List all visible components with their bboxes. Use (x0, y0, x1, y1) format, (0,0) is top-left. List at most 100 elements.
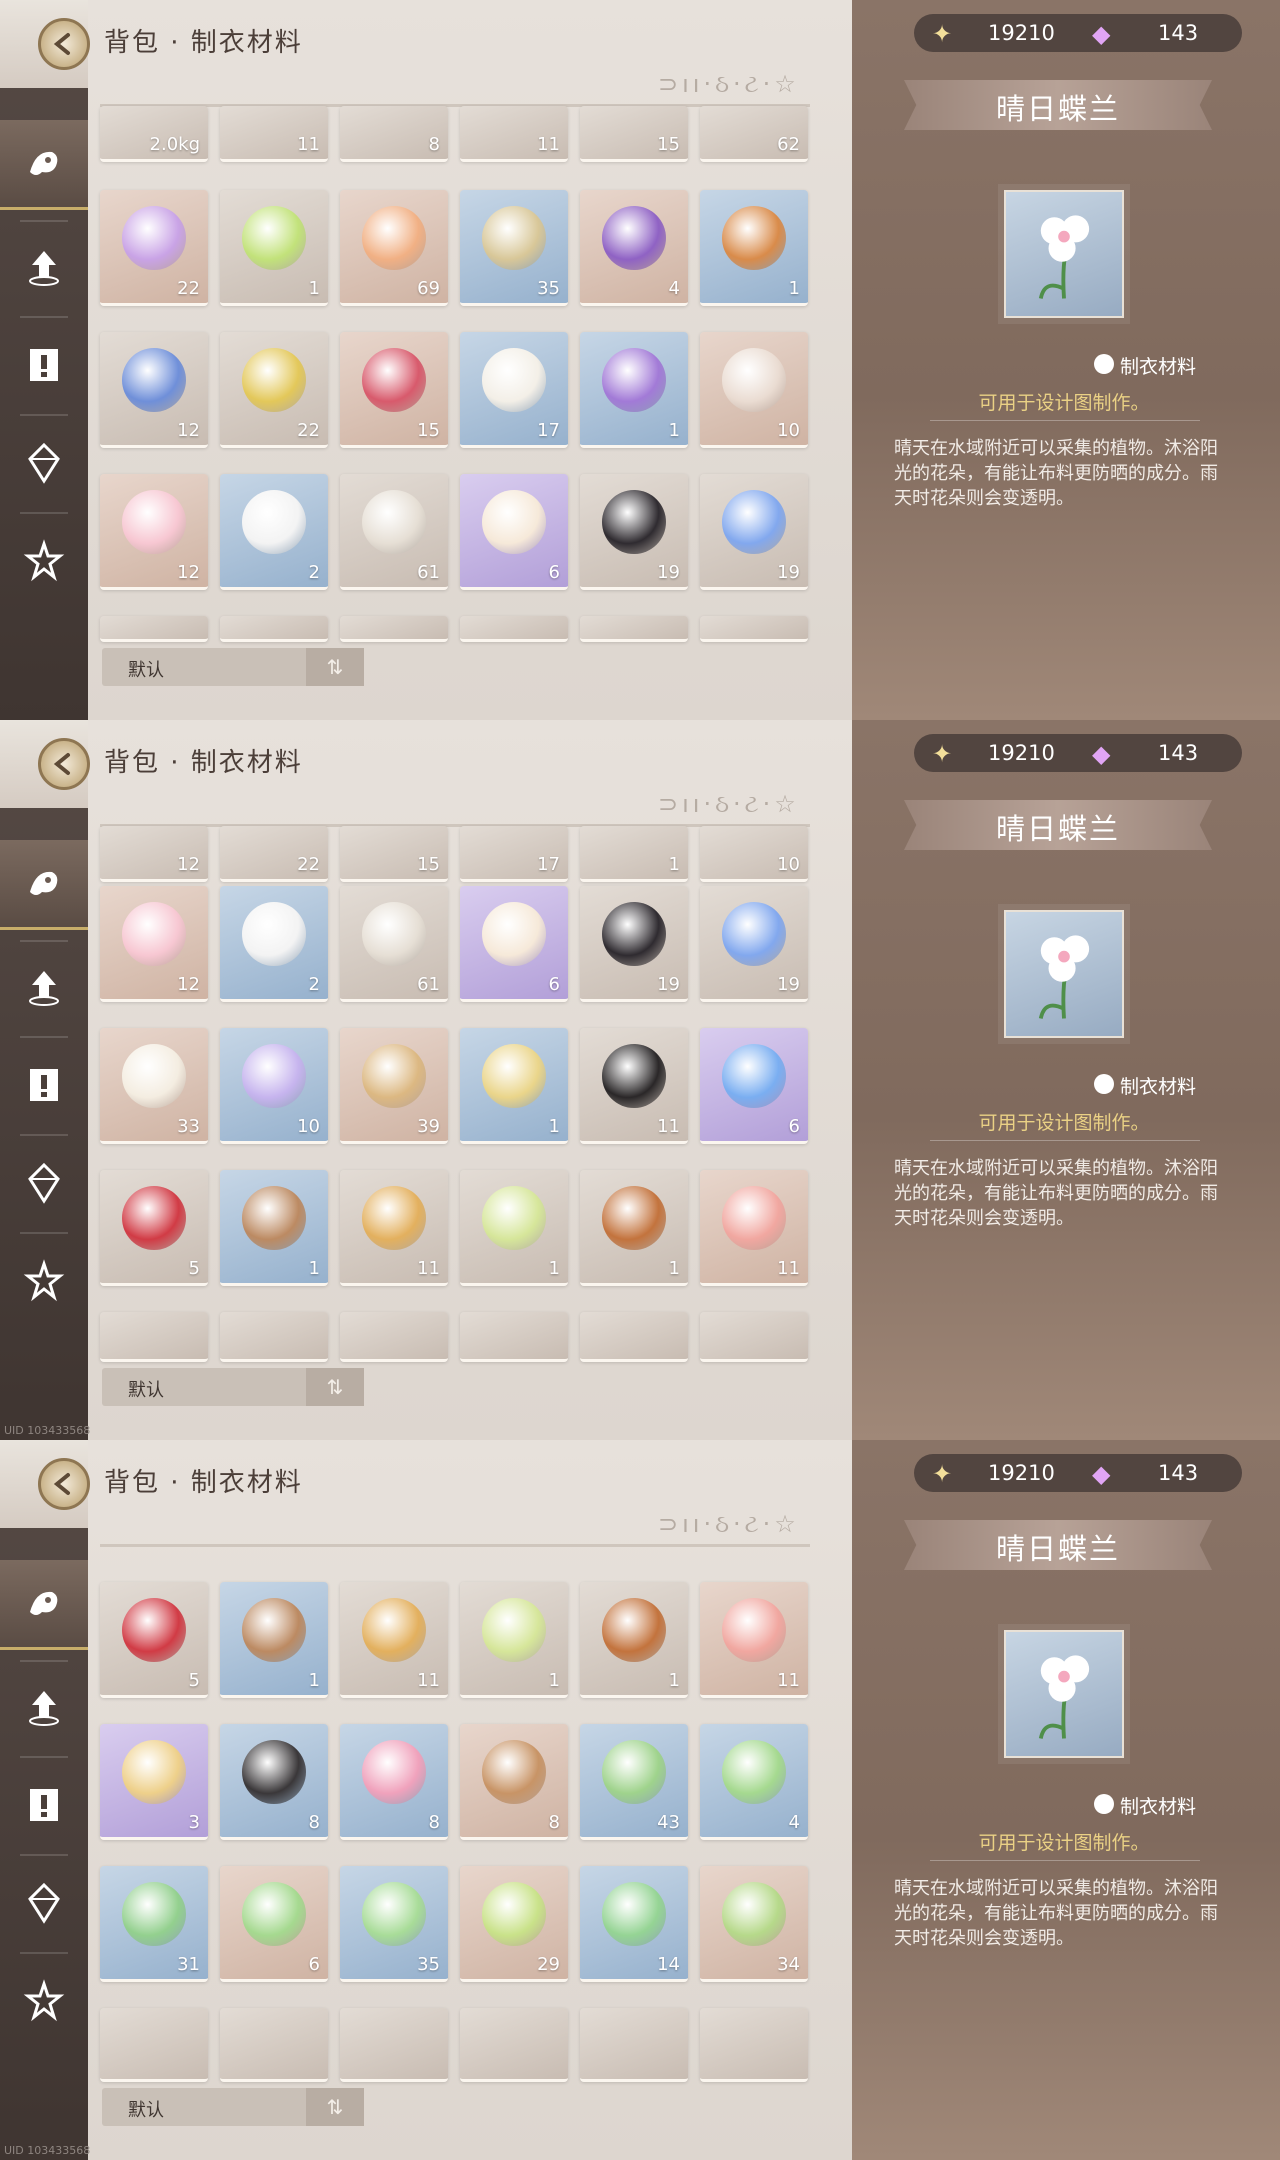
item-slot-partial[interactable]: 1 (580, 826, 688, 882)
item-slot[interactable]: 11 (700, 1170, 808, 1286)
item-slot[interactable]: 15 (340, 332, 448, 448)
item-slot-partial[interactable]: 11 (460, 106, 568, 162)
sidebar-item-materials[interactable] (0, 1560, 88, 1650)
sort-dropdown[interactable]: 默认 ⇅ (102, 648, 364, 686)
item-slot-partial[interactable] (460, 616, 568, 642)
item-slot[interactable]: 1 (460, 1170, 568, 1286)
item-slot-partial[interactable]: 15 (580, 106, 688, 162)
item-slot[interactable]: 1 (580, 1582, 688, 1698)
sort-dropdown[interactable]: 默认 ⇅ (102, 2088, 364, 2126)
item-slot-partial[interactable]: 2.0kg (100, 106, 208, 162)
item-slot[interactable]: 1 (460, 1582, 568, 1698)
sidebar-item-important[interactable] (0, 1760, 88, 1850)
item-slot-partial[interactable]: 12 (100, 826, 208, 882)
item-slot[interactable]: 35 (460, 190, 568, 306)
item-slot[interactable]: 11 (580, 1028, 688, 1144)
back-button[interactable] (38, 1458, 90, 1510)
item-slot[interactable]: 19 (580, 886, 688, 1002)
item-slot-partial[interactable] (220, 616, 328, 642)
item-slot[interactable]: 17 (460, 332, 568, 448)
item-slot[interactable]: 1 (220, 1582, 328, 1698)
sidebar-item-important[interactable] (0, 320, 88, 410)
item-slot[interactable]: 31 (100, 1866, 208, 1982)
item-slot[interactable]: 12 (100, 332, 208, 448)
sidebar-item-important[interactable] (0, 1040, 88, 1130)
item-slot[interactable]: 8 (340, 1724, 448, 1840)
item-slot[interactable]: 11 (340, 1582, 448, 1698)
sidebar-item-materials[interactable] (0, 840, 88, 930)
item-slot[interactable]: 1 (460, 1028, 568, 1144)
item-slot-partial[interactable] (340, 2008, 448, 2082)
item-slot[interactable]: 3 (100, 1724, 208, 1840)
item-slot[interactable]: 11 (340, 1170, 448, 1286)
sort-toggle-button[interactable]: ⇅ (306, 1368, 364, 1406)
item-slot[interactable]: 22 (220, 332, 328, 448)
item-slot[interactable]: 14 (580, 1866, 688, 1982)
item-slot-partial[interactable] (340, 616, 448, 642)
item-slot[interactable]: 6 (700, 1028, 808, 1144)
item-slot[interactable]: 2 (220, 886, 328, 1002)
item-slot-partial[interactable]: 62 (700, 106, 808, 162)
item-slot[interactable]: 19 (580, 474, 688, 590)
sidebar-item-upgrade[interactable] (0, 1662, 88, 1752)
item-slot[interactable]: 2 (220, 474, 328, 590)
sidebar-item-star[interactable] (0, 1236, 88, 1326)
item-slot[interactable]: 19 (700, 474, 808, 590)
item-slot[interactable]: 1 (580, 332, 688, 448)
sidebar-item-upgrade[interactable] (0, 222, 88, 312)
item-slot[interactable]: 1 (220, 1170, 328, 1286)
item-slot[interactable]: 29 (460, 1866, 568, 1982)
item-slot[interactable]: 19 (700, 886, 808, 1002)
item-slot[interactable]: 12 (100, 886, 208, 1002)
item-slot[interactable]: 10 (700, 332, 808, 448)
item-slot[interactable]: 69 (340, 190, 448, 306)
item-slot[interactable]: 4 (580, 190, 688, 306)
sidebar-item-star[interactable] (0, 516, 88, 606)
sort-toggle-button[interactable]: ⇅ (306, 2088, 364, 2126)
item-slot-partial[interactable]: 15 (340, 826, 448, 882)
item-slot-partial[interactable] (100, 2008, 208, 2082)
item-slot[interactable]: 6 (460, 886, 568, 1002)
item-slot[interactable]: 33 (100, 1028, 208, 1144)
item-slot-partial[interactable] (100, 1312, 208, 1362)
item-slot[interactable]: 5 (100, 1582, 208, 1698)
item-slot[interactable]: 61 (340, 886, 448, 1002)
item-slot[interactable]: 6 (220, 1866, 328, 1982)
item-slot[interactable]: 35 (340, 1866, 448, 1982)
sort-toggle-button[interactable]: ⇅ (306, 648, 364, 686)
item-slot-partial[interactable] (700, 2008, 808, 2082)
item-slot[interactable]: 8 (460, 1724, 568, 1840)
item-slot[interactable]: 43 (580, 1724, 688, 1840)
sort-dropdown[interactable]: 默认 ⇅ (102, 1368, 364, 1406)
item-slot[interactable]: 39 (340, 1028, 448, 1144)
back-button[interactable] (38, 18, 90, 70)
sidebar-item-crystal[interactable] (0, 1858, 88, 1948)
item-slot[interactable]: 10 (220, 1028, 328, 1144)
item-slot[interactable]: 5 (100, 1170, 208, 1286)
sidebar-item-crystal[interactable] (0, 1138, 88, 1228)
item-slot[interactable]: 12 (100, 474, 208, 590)
item-slot[interactable]: 6 (460, 474, 568, 590)
item-slot-partial[interactable] (700, 616, 808, 642)
item-slot[interactable]: 4 (700, 1724, 808, 1840)
item-slot-partial[interactable]: 10 (700, 826, 808, 882)
item-slot-partial[interactable] (460, 1312, 568, 1362)
item-slot[interactable]: 1 (580, 1170, 688, 1286)
item-slot-partial[interactable] (580, 1312, 688, 1362)
sidebar-item-upgrade[interactable] (0, 942, 88, 1032)
item-slot-partial[interactable]: 22 (220, 826, 328, 882)
sidebar-item-star[interactable] (0, 1956, 88, 2046)
item-slot-partial[interactable] (220, 1312, 328, 1362)
item-slot-partial[interactable] (460, 2008, 568, 2082)
item-slot[interactable]: 1 (700, 190, 808, 306)
item-slot[interactable]: 11 (700, 1582, 808, 1698)
item-slot[interactable]: 8 (220, 1724, 328, 1840)
item-slot-partial[interactable]: 8 (340, 106, 448, 162)
item-slot[interactable]: 34 (700, 1866, 808, 1982)
item-slot-partial[interactable]: 17 (460, 826, 568, 882)
sidebar-item-crystal[interactable] (0, 418, 88, 508)
item-slot-partial[interactable] (700, 1312, 808, 1362)
item-slot[interactable]: 22 (100, 190, 208, 306)
item-slot[interactable]: 1 (220, 190, 328, 306)
item-slot-partial[interactable] (580, 2008, 688, 2082)
